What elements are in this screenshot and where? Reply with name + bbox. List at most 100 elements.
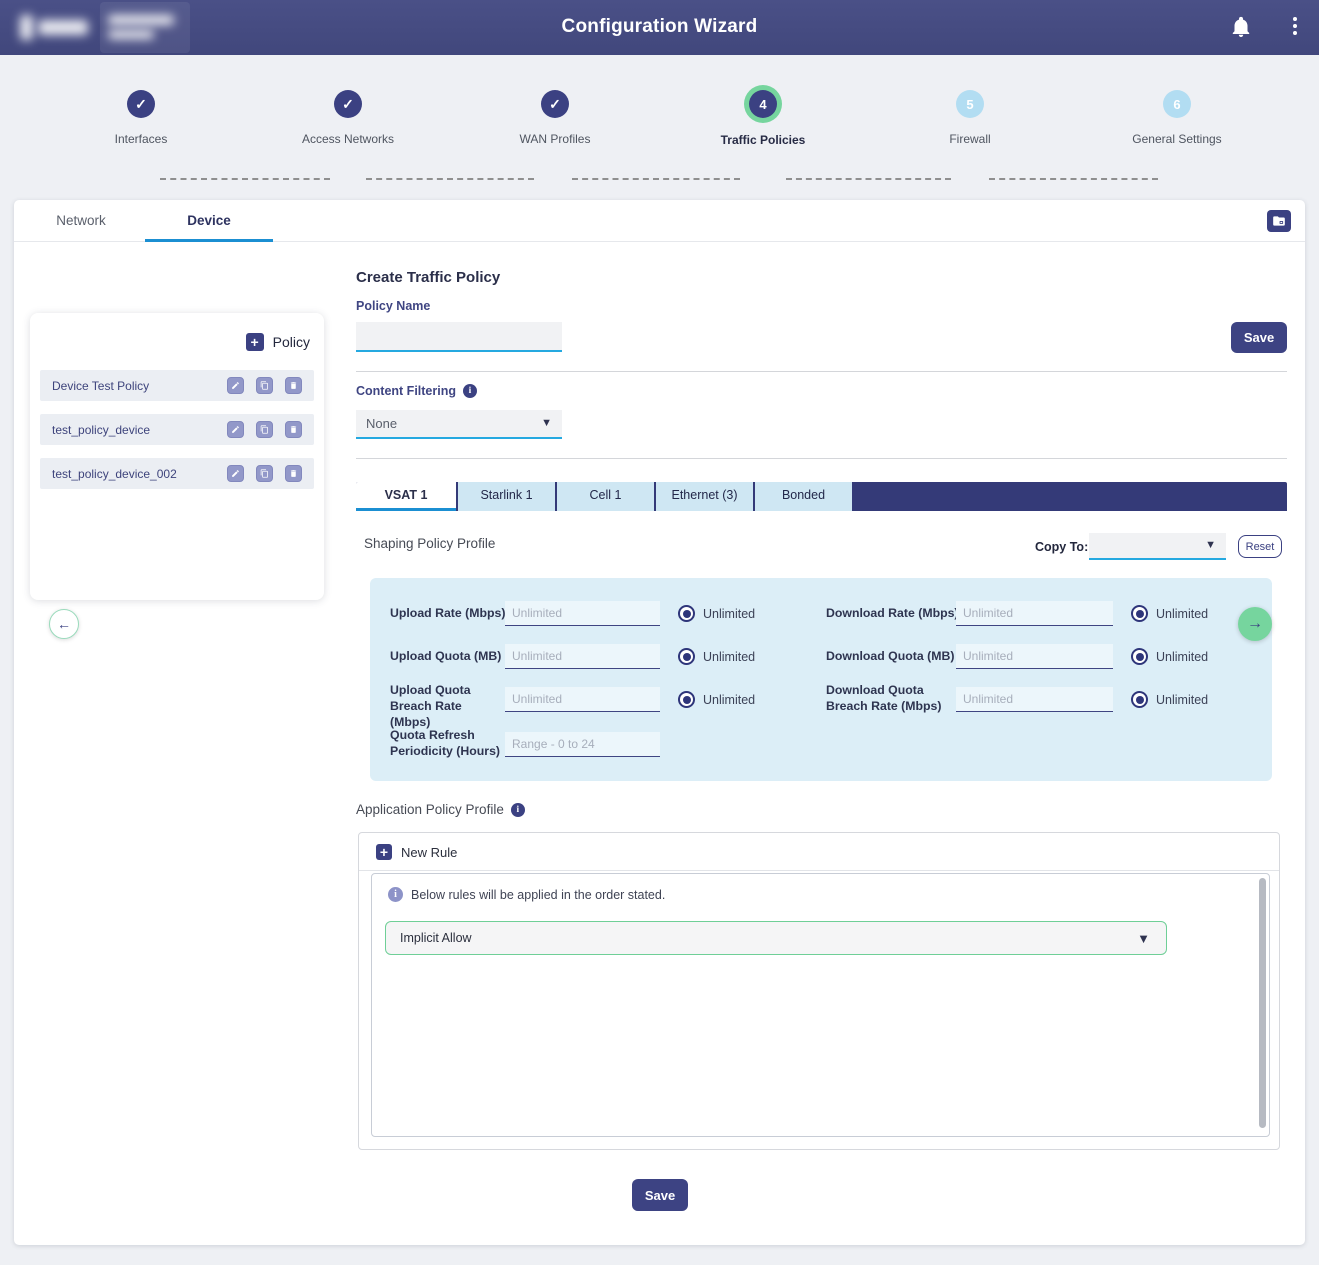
duplicate-icon[interactable] xyxy=(256,377,273,394)
upload-rate-unlimited-radio[interactable] xyxy=(678,605,695,622)
tab-cell-1[interactable]: Cell 1 xyxy=(555,482,654,511)
edit-pencil-icon[interactable] xyxy=(227,421,244,438)
step-firewall[interactable]: 5 Firewall xyxy=(885,75,1055,146)
rules-list-container: Below rules will be applied in the order… xyxy=(371,873,1270,1137)
step-number: 6 xyxy=(1163,90,1191,118)
step-wan-profiles[interactable]: WAN Profiles xyxy=(470,75,640,146)
dropdown-arrow-icon xyxy=(1137,932,1150,945)
stepper-connector xyxy=(989,178,1158,180)
tab-starlink-1[interactable]: Starlink 1 xyxy=(456,482,555,511)
add-policy-button[interactable]: Policy xyxy=(246,333,310,351)
download-breach-input[interactable] xyxy=(956,687,1113,712)
new-rule-button[interactable]: New Rule xyxy=(376,844,457,860)
notifications-bell-icon[interactable] xyxy=(1229,15,1253,39)
download-rate-unlimited-radio[interactable] xyxy=(1131,605,1148,622)
check-icon xyxy=(541,90,569,118)
application-profile-title: Application Policy Profile xyxy=(356,802,504,817)
view-tabbar: Network Device xyxy=(14,200,1305,242)
interface-tab-strip: VSAT 1 Starlink 1 Cell 1 Ethernet (3) Bo… xyxy=(356,482,1287,511)
policy-list-panel: Policy Device Test Policy test_policy_de… xyxy=(30,313,324,600)
main-card: Network Device Policy Device Test Policy… xyxy=(14,200,1305,1245)
app-header: Configuration Wizard xyxy=(0,0,1319,55)
edit-pencil-icon[interactable] xyxy=(227,465,244,482)
dropdown-arrow-icon xyxy=(541,418,552,429)
policy-name-input[interactable] xyxy=(356,322,562,352)
delete-trash-icon[interactable] xyxy=(285,377,302,394)
more-options-kebab-icon[interactable] xyxy=(1288,15,1302,39)
tab-device[interactable]: Device xyxy=(145,200,273,242)
wizard-stepper: Interfaces Access Networks WAN Profiles … xyxy=(0,75,1319,167)
download-quota-input[interactable] xyxy=(956,644,1113,669)
quota-refresh-label: Quota Refresh Periodicity (Hours) xyxy=(390,728,502,760)
step-interfaces[interactable]: Interfaces xyxy=(56,75,226,146)
form-title: Create Traffic Policy xyxy=(356,269,500,286)
copy-to-label: Copy To: xyxy=(1035,540,1088,554)
edit-pencil-icon[interactable] xyxy=(227,377,244,394)
rules-card: New Rule Below rules will be applied in … xyxy=(358,832,1280,1150)
upload-quota-label: Upload Quota (MB) xyxy=(390,649,515,665)
policy-row[interactable]: Device Test Policy xyxy=(40,370,314,401)
tab-network[interactable]: Network xyxy=(17,200,145,242)
download-breach-unlimited-radio[interactable] xyxy=(1131,691,1148,708)
step-number: 5 xyxy=(956,90,984,118)
divider xyxy=(356,371,1287,372)
step-general-settings[interactable]: 6 General Settings xyxy=(1092,75,1262,146)
duplicate-icon[interactable] xyxy=(256,465,273,482)
page-title: Configuration Wizard xyxy=(0,16,1319,38)
step-access-networks[interactable]: Access Networks xyxy=(263,75,433,146)
upload-breach-unlimited-radio[interactable] xyxy=(678,691,695,708)
divider xyxy=(359,870,1279,871)
step-number: 4 xyxy=(749,90,777,118)
check-icon xyxy=(334,90,362,118)
tab-vsat-1[interactable]: VSAT 1 xyxy=(356,482,456,511)
divider xyxy=(356,458,1287,459)
next-arrow-button[interactable] xyxy=(1238,607,1272,641)
duplicate-icon[interactable] xyxy=(256,421,273,438)
rule-implicit-allow[interactable]: Implicit Allow xyxy=(385,921,1167,955)
download-rate-label: Download Rate (Mbps) xyxy=(826,606,966,622)
policy-name-label: Policy Name xyxy=(356,299,430,313)
content-filtering-select[interactable]: None xyxy=(356,410,562,439)
info-icon xyxy=(388,887,403,902)
download-quota-unlimited-radio[interactable] xyxy=(1131,648,1148,665)
upload-quota-input[interactable] xyxy=(505,644,660,669)
rules-info-text: Below rules will be applied in the order… xyxy=(411,888,665,902)
policy-row[interactable]: test_policy_device xyxy=(40,414,314,445)
tab-ethernet[interactable]: Ethernet (3) xyxy=(654,482,753,511)
quota-refresh-input[interactable] xyxy=(505,732,660,757)
download-breach-label: Download Quota Breach Rate (Mbps) xyxy=(826,683,951,715)
step-traffic-policies[interactable]: 4 Traffic Policies xyxy=(678,75,848,147)
stepper-connector xyxy=(160,178,330,180)
download-quota-label: Download Quota (MB) xyxy=(826,649,966,665)
save-button[interactable]: Save xyxy=(1231,322,1287,353)
save-button-bottom[interactable]: Save xyxy=(632,1179,688,1211)
upload-breach-label: Upload Quota Breach Rate (Mbps) xyxy=(390,683,502,731)
policy-row[interactable]: test_policy_device_002 xyxy=(40,458,314,489)
check-icon xyxy=(127,90,155,118)
copy-to-select[interactable] xyxy=(1089,533,1226,560)
active-tab-underline xyxy=(145,239,273,242)
delete-trash-icon[interactable] xyxy=(285,421,302,438)
download-rate-input[interactable] xyxy=(956,601,1113,626)
upload-quota-unlimited-radio[interactable] xyxy=(678,648,695,665)
dropdown-arrow-icon xyxy=(1205,540,1216,551)
stepper-connector xyxy=(366,178,534,180)
shaping-profile-title: Shaping Policy Profile xyxy=(364,536,495,551)
info-icon[interactable] xyxy=(511,803,525,817)
content-filtering-label: Content Filtering xyxy=(356,384,456,398)
upload-breach-input[interactable] xyxy=(505,687,660,712)
plus-icon xyxy=(376,844,392,860)
vertical-scrollbar[interactable] xyxy=(1259,878,1266,1128)
tab-bonded[interactable]: Bonded xyxy=(753,482,852,511)
reset-button[interactable]: Reset xyxy=(1238,535,1282,558)
stepper-connector xyxy=(572,178,740,180)
active-step-ring: 4 xyxy=(744,85,782,123)
upload-rate-label: Upload Rate (Mbps) xyxy=(390,606,515,622)
shaping-panel: Upload Rate (Mbps) Unlimited Upload Quot… xyxy=(370,578,1272,781)
folder-button[interactable] xyxy=(1267,210,1291,232)
stepper-connector xyxy=(786,178,951,180)
back-arrow-button[interactable] xyxy=(49,609,79,639)
delete-trash-icon[interactable] xyxy=(285,465,302,482)
upload-rate-input[interactable] xyxy=(505,601,660,626)
info-icon[interactable] xyxy=(463,384,477,398)
